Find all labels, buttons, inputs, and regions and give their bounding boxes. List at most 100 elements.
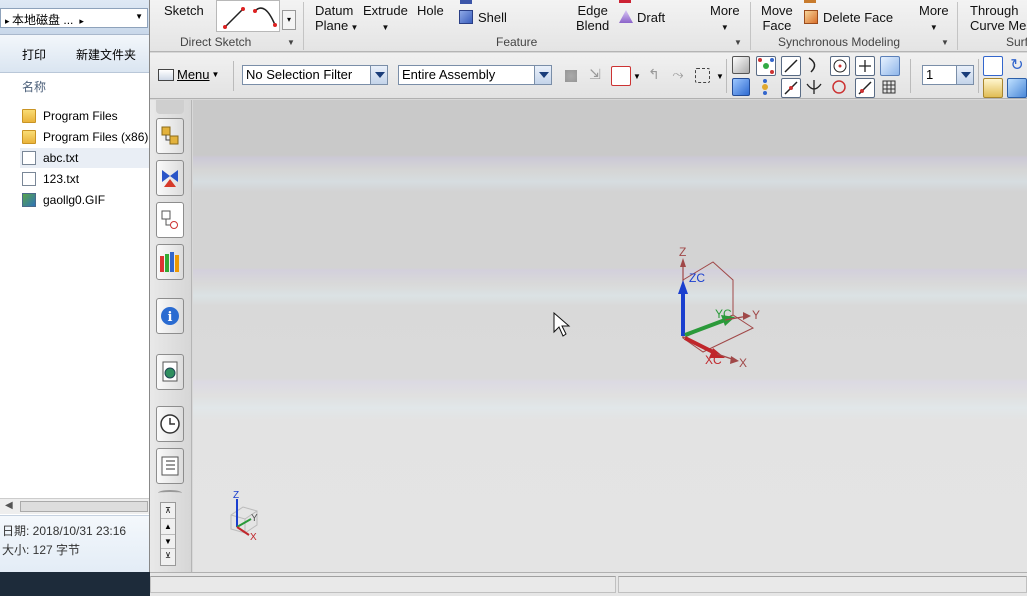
snap-grid-icon[interactable] xyxy=(756,56,776,76)
layer-dropdown[interactable]: 1 xyxy=(922,65,974,85)
new-folder-button[interactable]: 新建文件夹 xyxy=(76,46,136,63)
command-bar: 打印 新建文件夹 xyxy=(0,35,149,73)
graphics-window[interactable]: Z ZC YC Y XC X Z Y X xyxy=(193,100,1027,572)
snap-point-icon[interactable] xyxy=(611,66,631,86)
snap-control-point-icon[interactable] xyxy=(805,56,825,76)
list-item[interactable]: Program Files xyxy=(22,106,149,126)
snap-existing-point-icon[interactable] xyxy=(855,56,875,76)
wcs-triad[interactable]: Z ZC YC Y XC X xyxy=(673,240,793,375)
datum-plane-button[interactable]: Datum Plane ▼ xyxy=(315,3,358,35)
hd3d-tools-tab[interactable]: i xyxy=(156,298,184,334)
dropdown-icon: ▼ xyxy=(348,23,359,32)
separator xyxy=(303,2,304,50)
menu-button[interactable]: Menu ▼ xyxy=(158,67,219,82)
address-bar: ▸ 本地磁盘 ... ▸ ▼ xyxy=(0,0,149,35)
feature-more-button[interactable]: More ▼ xyxy=(710,3,740,35)
dropdown-icon: ▼ xyxy=(381,23,390,32)
view-cube-icon[interactable] xyxy=(732,56,750,74)
chevron-down-icon[interactable] xyxy=(534,66,551,84)
system-materials-tab[interactable] xyxy=(156,448,184,484)
scroll-down-icon[interactable]: ▼ xyxy=(161,535,175,549)
path-icon[interactable]: ⤳ xyxy=(668,66,688,86)
status-info xyxy=(618,576,1027,593)
svg-text:i: i xyxy=(168,310,173,325)
datum-label-1: Datum xyxy=(315,3,354,18)
rotate-view-icon[interactable]: ↻ xyxy=(1007,56,1027,76)
file-date: 日期: 2018/10/31 23:16 xyxy=(2,524,127,538)
address-dropdown-icon[interactable]: ▼ xyxy=(135,12,143,21)
snap-intersection-icon[interactable] xyxy=(805,78,825,98)
dropdown-icon[interactable]: ▼ xyxy=(633,72,641,81)
filter-icon[interactable] xyxy=(565,70,577,82)
sync-more-button[interactable]: More ▼ xyxy=(919,3,949,35)
print-button[interactable]: 打印 xyxy=(22,46,46,63)
mini-z-label: Z xyxy=(233,490,239,501)
breadcrumb-arrow-icon: ▸ xyxy=(5,16,13,26)
menu-icon xyxy=(158,68,174,81)
solid-icon[interactable] xyxy=(732,78,750,96)
move-face-button[interactable]: Move Face xyxy=(761,3,793,33)
sketch-curve-gallery[interactable] xyxy=(216,0,280,32)
zc-axis-label: ZC xyxy=(689,271,705,285)
scroll-up-icon[interactable]: ▲ xyxy=(161,519,175,535)
group-menu-icon[interactable]: ▼ xyxy=(941,38,949,47)
list-item[interactable]: 123.txt xyxy=(22,169,149,189)
select-arrow-icon[interactable]: ⇲ xyxy=(585,66,605,86)
ribbon: Sketch ▾ Direct Sketch ▼ Datum Plane ▼ Ex… xyxy=(150,0,1027,52)
snap-arc-center-icon[interactable] xyxy=(830,56,850,76)
shaded-view-icon[interactable] xyxy=(1007,78,1027,98)
reuse-library-tab[interactable] xyxy=(156,244,184,280)
hole-button[interactable]: Hole xyxy=(417,3,444,18)
mini-y-label: Y xyxy=(251,513,258,524)
list-item[interactable]: abc.txt xyxy=(20,148,149,168)
x-axis-label: X xyxy=(739,356,747,370)
scroll-bottom-icon[interactable]: ⊻ xyxy=(161,549,175,563)
history-tab[interactable] xyxy=(156,406,184,442)
part-navigator-tab[interactable] xyxy=(156,202,184,238)
resource-bar-scroll[interactable]: ⊼ ▲ ▼ ⊻ xyxy=(160,502,176,566)
fit-view-icon[interactable] xyxy=(983,56,1003,76)
snap-midpoint-icon[interactable] xyxy=(781,78,801,98)
selection-filter-dropdown[interactable]: No Selection Filter xyxy=(242,65,388,85)
edge-blend-button[interactable]: Edge Blend xyxy=(576,3,609,33)
sketch-button[interactable]: Sketch xyxy=(164,3,204,18)
render-style-icon[interactable] xyxy=(983,78,1003,98)
delete-face-button[interactable]: Delete Face xyxy=(823,10,893,25)
list-item[interactable]: Program Files (x86) xyxy=(22,127,149,147)
scroll-left-icon[interactable]: ◀ xyxy=(5,500,13,511)
extrude-button[interactable]: Extrude ▼ xyxy=(363,3,408,35)
quick-pick-icon[interactable]: ↰ xyxy=(644,66,664,86)
group-menu-icon[interactable]: ▼ xyxy=(734,38,742,47)
assembly-scope-dropdown[interactable]: Entire Assembly xyxy=(398,65,552,85)
shell-button[interactable]: Shell xyxy=(478,10,507,25)
group-menu-icon[interactable]: ▼ xyxy=(287,38,295,47)
constraint-navigator-tab[interactable] xyxy=(156,160,184,196)
file-name: 123.txt xyxy=(43,172,80,186)
snap-bounded-grid-icon[interactable] xyxy=(880,78,900,98)
breadcrumb-chevron-icon[interactable]: ▸ xyxy=(79,16,84,26)
snap-points-icon[interactable] xyxy=(756,78,776,98)
through-curve-mesh-button[interactable]: ThroughCurve Mesh xyxy=(970,3,1027,33)
separator xyxy=(233,61,234,91)
text-file-icon xyxy=(22,172,36,186)
draft-button[interactable]: Draft xyxy=(637,10,665,25)
snap-point-on-curve-icon[interactable] xyxy=(855,78,875,98)
snap-endpoint-icon[interactable] xyxy=(781,56,801,76)
breadcrumb[interactable]: ▸ 本地磁盘 ... ▸ ▼ xyxy=(0,8,148,28)
chevron-down-icon[interactable] xyxy=(370,66,387,84)
assembly-navigator-tab[interactable] xyxy=(156,118,184,154)
snap-quadrant-icon[interactable] xyxy=(830,78,850,98)
column-header-name[interactable]: 名称 xyxy=(22,78,46,95)
snap-face-icon[interactable] xyxy=(880,56,900,76)
rectangle-select-icon[interactable] xyxy=(695,68,710,83)
list-item[interactable]: gaollg0.GIF xyxy=(22,190,149,210)
z-axis-label: Z xyxy=(679,245,686,259)
scrollbar-thumb[interactable] xyxy=(20,501,148,512)
scroll-top-icon[interactable]: ⊼ xyxy=(161,503,175,519)
gallery-expand-icon[interactable]: ▾ xyxy=(282,10,296,30)
chevron-down-icon[interactable] xyxy=(956,66,973,84)
horizontal-scrollbar[interactable]: ◀ xyxy=(0,498,149,514)
dropdown-icon[interactable]: ▼ xyxy=(716,72,724,81)
web-browser-tab[interactable] xyxy=(156,354,184,390)
file-name: Program Files (x86) xyxy=(43,130,149,144)
